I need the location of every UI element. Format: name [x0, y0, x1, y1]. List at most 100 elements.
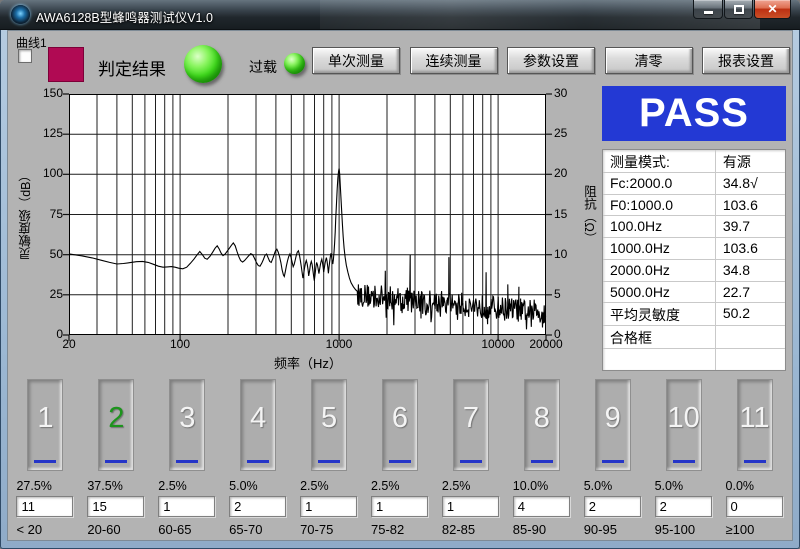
bin-count-input[interactable]	[513, 496, 570, 517]
bin-percent-label: 2.5%	[300, 479, 358, 493]
bin-number: 2	[99, 402, 133, 435]
bin-count-input[interactable]	[655, 496, 712, 517]
bin-slider[interactable]: 11	[737, 379, 773, 471]
bin-slider[interactable]: 7	[453, 379, 489, 471]
result-label: 合格框	[603, 326, 716, 348]
y-left-tick-label: 50	[35, 247, 63, 261]
table-row: 合格框	[603, 326, 785, 349]
y-left-tick-label: 25	[35, 287, 63, 301]
result-label: 5000.0Hz	[603, 282, 716, 303]
judgement-label: 判定结果	[98, 55, 166, 80]
bin-slider-fill	[531, 460, 553, 463]
bin-count-input[interactable]	[726, 496, 783, 517]
bin-column: 3 2.5% 60-65	[152, 377, 223, 539]
curve-color-swatch[interactable]	[48, 47, 84, 82]
bin-count-input[interactable]	[16, 496, 73, 517]
result-label	[603, 349, 716, 370]
histogram-bins: 127.5%< 20237.5%20-6032.5%60-6545.0%65-7…	[10, 377, 790, 539]
continuous-measure-button[interactable]: 连续测量	[410, 47, 498, 74]
result-value: 39.7	[716, 216, 785, 237]
bin-number: 9	[596, 402, 630, 435]
pass-status-banner: PASS	[602, 86, 786, 141]
bin-percent-label: 5.0%	[229, 479, 287, 493]
result-label: 测量模式:	[603, 150, 716, 172]
bin-slider[interactable]: 2	[98, 379, 134, 471]
maximize-button[interactable]	[724, 0, 753, 19]
bin-slider-fill	[389, 460, 411, 463]
x-tick-label: 20	[39, 337, 99, 351]
bin-number: 6	[383, 402, 417, 435]
bin-count-input[interactable]	[371, 496, 428, 517]
app-window: AWA6128B型蜂鸣器测试仪V1.0 ✕ 曲线1 判定结果 过载 单次测量 连…	[0, 0, 800, 549]
bin-slider[interactable]: 10	[666, 379, 702, 471]
toolbar-buttons: 单次测量 连续测量 参数设置 清零 报表设置	[312, 47, 790, 74]
result-label: 2000.0Hz	[603, 260, 716, 281]
bin-count-input[interactable]	[229, 496, 286, 517]
bin-slider[interactable]: 4	[240, 379, 276, 471]
close-button[interactable]: ✕	[754, 0, 791, 19]
table-row: 平均灵敏度50.2	[603, 303, 785, 326]
table-row	[603, 349, 785, 370]
result-value: 34.8√	[716, 173, 785, 194]
bin-slider-fill	[602, 460, 624, 463]
window-title: AWA6128B型蜂鸣器测试仪V1.0	[36, 7, 213, 26]
bin-percent-label: 2.5%	[442, 479, 500, 493]
x-tick-label: 20000	[516, 337, 576, 351]
bin-column: 95.0%90-95	[577, 377, 648, 539]
bin-percent-label: 2.5%	[371, 479, 429, 493]
report-settings-button[interactable]: 报表设置	[702, 47, 790, 74]
result-value: 50.2	[716, 303, 785, 325]
bin-count-input[interactable]	[442, 496, 499, 517]
app-icon	[11, 5, 30, 24]
table-row: 2000.0Hz34.8	[603, 260, 785, 282]
clear-button[interactable]: 清零	[605, 47, 693, 74]
bin-count-input[interactable]	[87, 496, 144, 517]
minimize-button[interactable]	[693, 0, 723, 19]
bin-slider[interactable]: 9	[595, 379, 631, 471]
bin-percent-label: 27.5%	[16, 479, 74, 493]
bin-percent-label: 2.5%	[158, 479, 216, 493]
bin-range-label: 70-75	[300, 522, 358, 537]
y-left-tick-label: 125	[35, 126, 63, 140]
result-value: 103.6	[716, 238, 785, 259]
bin-slider-fill	[247, 460, 269, 463]
right-axis-title: 阻抗（Ω）	[580, 94, 599, 335]
bin-number: 7	[454, 402, 488, 435]
bin-number: 8	[525, 402, 559, 435]
bin-slider-fill	[34, 460, 56, 463]
overload-led-icon	[284, 53, 305, 74]
bin-range-label: 60-65	[158, 522, 216, 537]
bin-slider[interactable]: 8	[524, 379, 560, 471]
table-row: 100.0Hz39.7	[603, 216, 785, 238]
result-value	[716, 349, 785, 370]
result-value: 有源	[716, 150, 785, 172]
result-value: 34.8	[716, 260, 785, 281]
table-row: 测量模式:有源	[603, 150, 785, 173]
bin-slider-fill	[318, 460, 340, 463]
bin-range-label: 65-70	[229, 522, 287, 537]
x-axis-title: 频率（Hz）	[208, 353, 408, 372]
single-measure-button[interactable]: 单次测量	[312, 47, 400, 74]
bin-percent-label: 5.0%	[655, 479, 713, 493]
bin-slider[interactable]: 6	[382, 379, 418, 471]
bin-range-label: 82-85	[442, 522, 500, 537]
bin-slider[interactable]: 1	[27, 379, 63, 471]
result-value: 103.6	[716, 195, 785, 216]
bin-percent-label: 0.0%	[726, 479, 784, 493]
bin-column: 4 5.0% 65-70	[223, 377, 294, 539]
bin-count-input[interactable]	[300, 496, 357, 517]
result-value: 22.7	[716, 282, 785, 303]
bin-percent-label: 37.5%	[87, 479, 145, 493]
table-row: F0:1000.0103.6	[603, 195, 785, 217]
parameter-settings-button[interactable]: 参数设置	[507, 47, 595, 74]
bin-count-input[interactable]	[158, 496, 215, 517]
bin-slider[interactable]: 3	[169, 379, 205, 471]
bin-count-input[interactable]	[584, 496, 641, 517]
bin-slider[interactable]: 5	[311, 379, 347, 471]
result-table: 测量模式:有源Fc:2000.034.8√F0:1000.0103.6100.0…	[602, 149, 786, 371]
table-row: Fc:2000.034.8√	[603, 173, 785, 195]
y-left-tick-label: 100	[35, 166, 63, 180]
maximize-icon	[734, 5, 744, 14]
x-tick-label: 100	[150, 337, 210, 351]
curve-checkbox[interactable]	[18, 49, 32, 63]
